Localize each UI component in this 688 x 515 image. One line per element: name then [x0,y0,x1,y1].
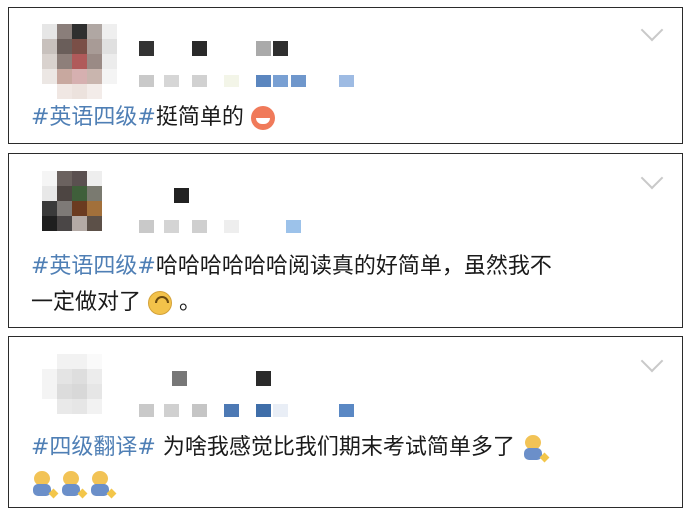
pixelated-name [192,41,207,56]
pixelated-meta [286,220,301,233]
chevron-down-icon[interactable] [640,18,664,42]
pixelated-meta [192,220,207,233]
pixelated-meta [164,75,179,87]
pixelated-name[interactable] [172,371,187,386]
post-card-2: #英语四级#哈哈哈哈哈哈阅读真的好简单，虽然我不 一定做对了 。 [8,153,683,328]
post-card-1: #英语四级#挺简单的 [8,7,683,144]
pixelated-meta [164,404,179,417]
pixelated-name [256,371,271,386]
avatar-pixelated[interactable] [42,24,117,99]
pixelated-name[interactable] [139,41,154,56]
pixelated-name[interactable] [174,188,189,203]
avatar-pixelated[interactable] [42,171,117,246]
chevron-down-icon[interactable] [640,166,664,190]
post-content-line2: 一定做对了 [31,290,142,315]
avatar-pixelated[interactable] [42,354,117,429]
pixelated-name [256,41,271,56]
sweat-smile-figure-icon [89,471,117,499]
sweat-smile-figure-icon [522,435,550,463]
pixelated-meta [256,404,271,417]
pixelated-meta [192,75,207,87]
upside-down-face-icon [148,291,173,315]
post-text: #四级翻译# 为啥我感觉比我们期末考试简单多了 [31,430,658,502]
hashtag-link[interactable]: #英语四级# [31,105,156,130]
pixelated-meta [339,404,354,417]
pixelated-meta [192,404,207,417]
pixelated-meta [224,220,239,233]
chevron-down-icon[interactable] [640,349,664,373]
post-card-3: #四级翻译# 为啥我感觉比我们期末考试简单多了 [8,336,683,508]
pixelated-meta [164,220,179,233]
post-text: #英语四级#哈哈哈哈哈哈阅读真的好简单，虽然我不 一定做对了 。 [31,249,658,321]
pixelated-meta [339,75,354,87]
hashtag-link[interactable]: #英语四级# [31,254,156,279]
pixelated-meta [224,75,239,87]
post-content-end: 。 [179,290,202,315]
post-content: 哈哈哈哈哈哈阅读真的好简单，虽然我不 [155,254,552,279]
clown-face-icon [250,106,275,130]
pixelated-meta [273,75,288,87]
pixelated-meta [256,75,271,87]
hashtag-link[interactable]: #四级翻译# [31,435,156,460]
sweat-smile-figure-icon [31,471,59,499]
pixelated-meta [224,404,239,417]
post-text: #英语四级#挺简单的 [31,100,658,136]
post-content: 为啥我感觉比我们期末考试简单多了 [155,435,515,460]
pixelated-meta [139,220,154,233]
post-content: 挺简单的 [155,105,244,130]
pixelated-meta [139,404,154,417]
pixelated-meta [139,75,154,87]
pixelated-meta [273,404,288,417]
pixelated-name [273,41,288,56]
sweat-smile-figure-icon [60,471,88,499]
pixelated-meta [291,75,306,87]
